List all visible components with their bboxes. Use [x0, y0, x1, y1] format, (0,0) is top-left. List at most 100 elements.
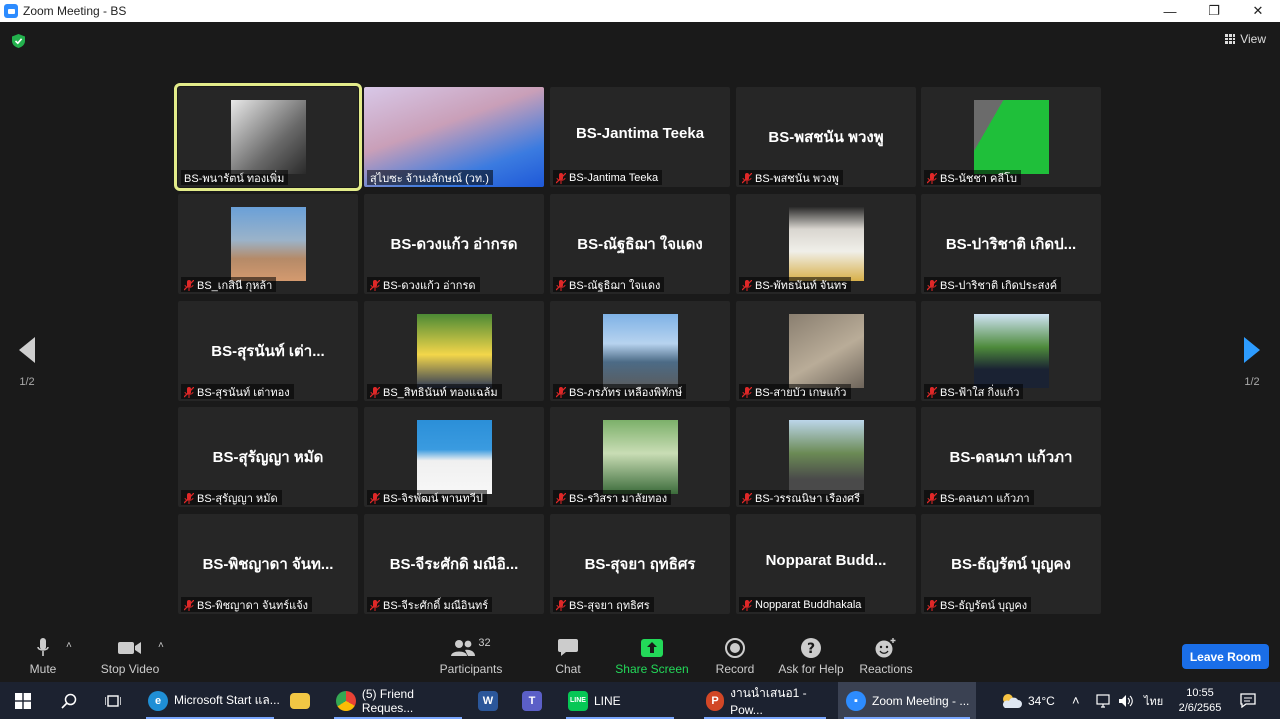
zoom-icon: ▪ [846, 690, 866, 711]
maximize-button[interactable]: ❐ [1192, 0, 1236, 22]
participant-tile[interactable]: BS-จิรพัฒน์ พานทวีป [364, 407, 544, 507]
participant-name-label: BS-ฟ้าใส กิ่งแก้ว [924, 384, 1024, 399]
participant-tile[interactable]: BS-สุรัญญา หมัด BS-สุรัญญา หมัด [178, 407, 358, 507]
participant-name: BS-จีระศักดิ์ มณีอินทร์ [383, 600, 489, 612]
participants-button[interactable]: 32 Participants [438, 637, 504, 676]
task-view-button[interactable] [100, 682, 126, 719]
previous-page-button[interactable]: 1/2 [12, 337, 42, 388]
taskbar-app-teams[interactable]: T [514, 682, 554, 719]
participants-label: Participants [439, 662, 503, 676]
network-icon[interactable] [1096, 682, 1110, 719]
tray-overflow-button[interactable]: ˄ [1072, 682, 1080, 719]
participant-name-label: BS-ภรภัทร เหลืองพิทักษ์ [553, 384, 687, 399]
smiley-icon [875, 638, 896, 658]
chat-label: Chat [555, 662, 581, 676]
stop-video-button[interactable]: Stop Video [98, 638, 162, 676]
participant-display-name: BS-สุรัญญา หมัด [212, 449, 324, 466]
participant-name-label: BS-ดวงแก้ว อ่ากรด [367, 277, 480, 292]
reactions-button[interactable]: Reactions [858, 638, 914, 676]
participant-name-label: BS-สุรัญญา หมัด [181, 490, 282, 505]
search-icon [61, 693, 77, 709]
windows-logo-icon [15, 692, 31, 709]
weather-widget[interactable]: 34°C [1000, 682, 1055, 719]
share-screen-button[interactable]: Share Screen [615, 638, 689, 676]
muted-mic-icon [556, 492, 566, 504]
view-button[interactable]: View [1225, 32, 1266, 46]
participant-tile[interactable]: BS-สุรนันท์ เต่า... BS-สุรนันท์ เต่าทอง [178, 301, 358, 401]
reactions-label: Reactions [859, 662, 913, 676]
muted-mic-icon [927, 279, 937, 291]
participant-tile[interactable]: BS_เกสินี กุหล้า [178, 194, 358, 294]
taskbar-app-chrome[interactable]: (5) Friend Reques... [328, 682, 468, 719]
input-language[interactable]: ไทย [1144, 682, 1163, 719]
participant-tile[interactable]: BS-Jantima Teeka BS-Jantima Teeka [550, 87, 730, 187]
participant-name: Nopparat Buddhakala [755, 599, 862, 611]
participant-tile[interactable]: BS-วรรณนิษา เรืองศรี [736, 407, 916, 507]
minimize-button[interactable]: — [1148, 0, 1192, 22]
participant-tile[interactable]: BS-ดลนภา แก้วภา BS-ดลนภา แก้วภา [921, 407, 1101, 507]
participant-tile[interactable]: BS-รวิสรา มาลัยทอง [550, 407, 730, 507]
muted-mic-icon [184, 386, 194, 398]
search-button[interactable] [56, 682, 82, 719]
video-options-caret[interactable]: ˄ [158, 640, 164, 651]
taskbar-app-explorer[interactable] [282, 682, 322, 719]
participant-tile[interactable]: BS-นัชชา คลีโบ [921, 87, 1101, 187]
participant-name-label: BS-พัทธนันท์ จันทร [739, 277, 852, 292]
participant-name: BS-สุจยา ฤทธิศร [569, 600, 650, 612]
participant-name-label: BS-พสชนัน พวงพู [739, 170, 843, 185]
taskbar-app-edge[interactable]: e Microsoft Start แล... [140, 682, 280, 719]
participant-name-label: BS-รวิสรา มาลัยทอง [553, 490, 672, 505]
participant-tile[interactable]: BS-ณัฐธิฌา ใจแดง BS-ณัฐธิฌา ใจแดง [550, 194, 730, 294]
muted-mic-icon [742, 172, 752, 184]
participant-tile[interactable]: BS-พิชญาดา จันท... BS-พิชญาดา จันทร์แจ้ง [178, 514, 358, 614]
participant-tile[interactable]: BS-สายบัว เกษแก้ว [736, 301, 916, 401]
taskbar-app-zoom[interactable]: ▪ Zoom Meeting - ... [838, 682, 976, 719]
mute-button[interactable]: Mute [22, 638, 64, 676]
participant-name: BS-พสชนัน พวงพู [755, 173, 839, 185]
teams-icon: T [522, 690, 542, 711]
participants-icon [451, 640, 476, 656]
record-button[interactable]: Record [712, 638, 758, 676]
clock[interactable]: 10:55 2/6/2565 [1174, 682, 1226, 719]
participant-tile[interactable]: BS-ธัญรัตน์ บุญคง BS-ธัญรัตน์ บุญคง [921, 514, 1101, 614]
taskbar-app-powerpoint[interactable]: P งานนำเสนอ1 - Pow... [698, 682, 832, 719]
participant-tile[interactable]: BS-ดวงแก้ว อ่ากรด BS-ดวงแก้ว อ่ากรด [364, 194, 544, 294]
close-button[interactable]: ✕ [1236, 0, 1280, 22]
taskbar-app-line[interactable]: LINE LINE [560, 682, 680, 719]
ask-for-help-button[interactable]: ? Ask for Help [778, 638, 844, 676]
muted-mic-icon [742, 386, 752, 398]
powerpoint-icon: P [706, 690, 725, 711]
video-camera-icon [118, 642, 141, 654]
microphone-icon [37, 638, 49, 656]
participant-name-label: BS-ณัฐธิฌา ใจแดง [553, 277, 665, 292]
participant-tile[interactable]: BS-ฟ้าใส กิ่งแก้ว [921, 301, 1101, 401]
participant-tile[interactable]: Nopparat Budd... Nopparat Buddhakala [736, 514, 916, 614]
volume-icon[interactable] [1118, 682, 1134, 719]
encryption-shield-icon[interactable] [12, 34, 25, 48]
chat-button[interactable]: Chat [548, 638, 588, 676]
participant-tile[interactable]: BS-พสชนัน พวงพู BS-พสชนัน พวงพู [736, 87, 916, 187]
audio-options-caret[interactable]: ˄ [66, 640, 72, 651]
chevron-up-icon: ˄ [1072, 693, 1080, 708]
participant-display-name: BS-พิชญาดา จันท... [202, 556, 334, 573]
weather-cloud-sun-icon [1002, 693, 1022, 708]
participant-tile[interactable]: สุไบซะ จ้านงลักษณ์ (วท.) [364, 87, 544, 187]
taskbar-app-word[interactable]: W [470, 682, 510, 719]
participant-avatar [417, 420, 492, 494]
participant-tile[interactable]: BS-พัทธนันท์ จันทร [736, 194, 916, 294]
start-button[interactable] [10, 682, 36, 719]
participant-display-name: BS-จีระศักดิ มณีอิ... [389, 556, 519, 573]
participant-name-label: BS-วรรณนิษา เรืองศรี [739, 490, 865, 505]
share-screen-icon [641, 639, 663, 657]
participant-tile[interactable]: BS-ปาริชาติ เกิดป... BS-ปาริชาติ เกิดประส… [921, 194, 1101, 294]
participant-tile[interactable]: BS-พนารัตน์ ทองเพิ่ม [174, 83, 362, 191]
next-page-button[interactable]: 1/2 [1237, 337, 1267, 388]
participant-name-label: BS-สุรนันท์ เต่าทอง [181, 384, 294, 399]
notifications-icon[interactable] [1240, 682, 1256, 719]
participant-tile[interactable]: BS_สิทธินันท์ ทองแฉล้ม [364, 301, 544, 401]
leave-room-button[interactable]: Leave Room [1182, 644, 1269, 669]
participant-tile[interactable]: BS-จีระศักดิ มณีอิ... BS-จีระศักดิ์ มณีอิ… [364, 514, 544, 614]
muted-mic-icon [927, 599, 937, 611]
participant-tile[interactable]: BS-ภรภัทร เหลืองพิทักษ์ [550, 301, 730, 401]
participant-tile[interactable]: BS-สุจยา ฤทธิศร BS-สุจยา ฤทธิศร [550, 514, 730, 614]
